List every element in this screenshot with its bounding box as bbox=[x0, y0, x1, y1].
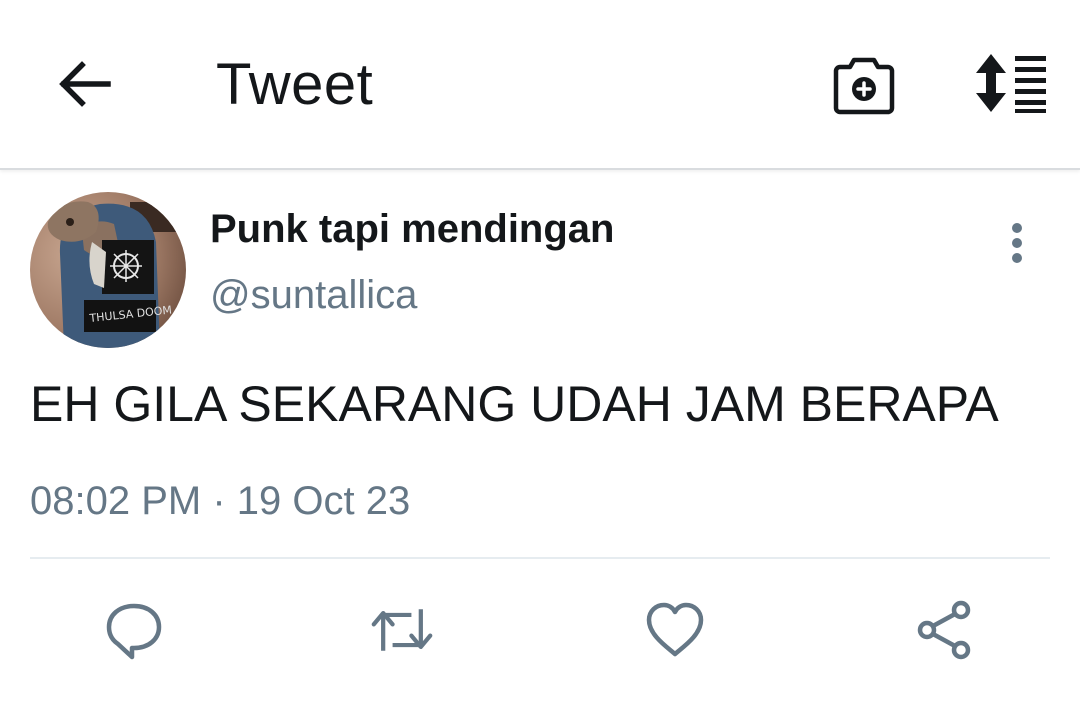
share-icon bbox=[917, 600, 971, 660]
avatar[interactable]: THULSA DOOM bbox=[30, 192, 186, 348]
reply-icon bbox=[106, 603, 162, 660]
cat-in-shirt-avatar-image: THULSA DOOM bbox=[30, 192, 186, 348]
reply-button[interactable] bbox=[102, 598, 166, 662]
sort-list-icon bbox=[976, 54, 1046, 113]
arrow-left-icon bbox=[59, 61, 111, 107]
more-options-button[interactable] bbox=[996, 218, 1038, 268]
divider bbox=[30, 557, 1050, 559]
share-button[interactable] bbox=[913, 598, 977, 662]
display-name[interactable]: Punk tapi mendingan bbox=[210, 206, 614, 252]
retweet-icon bbox=[371, 609, 433, 651]
heart-icon bbox=[646, 602, 704, 657]
sort-button[interactable] bbox=[966, 50, 1050, 116]
top-app-bar: Tweet bbox=[0, 0, 1080, 170]
page-title: Tweet bbox=[216, 52, 374, 117]
user-handle[interactable]: @suntallica bbox=[210, 272, 417, 318]
back-button[interactable] bbox=[52, 54, 116, 114]
camera-button[interactable] bbox=[830, 50, 898, 118]
like-button[interactable] bbox=[643, 598, 707, 662]
tweet-timestamp: 08:02 PM · 19 Oct 23 bbox=[30, 479, 411, 523]
camera-add-icon bbox=[833, 57, 895, 115]
more-vertical-icon bbox=[1012, 223, 1022, 263]
tweet-text: EH GILA SEKARANG UDAH JAM BERAPA bbox=[30, 376, 999, 432]
retweet-button[interactable] bbox=[370, 598, 434, 662]
